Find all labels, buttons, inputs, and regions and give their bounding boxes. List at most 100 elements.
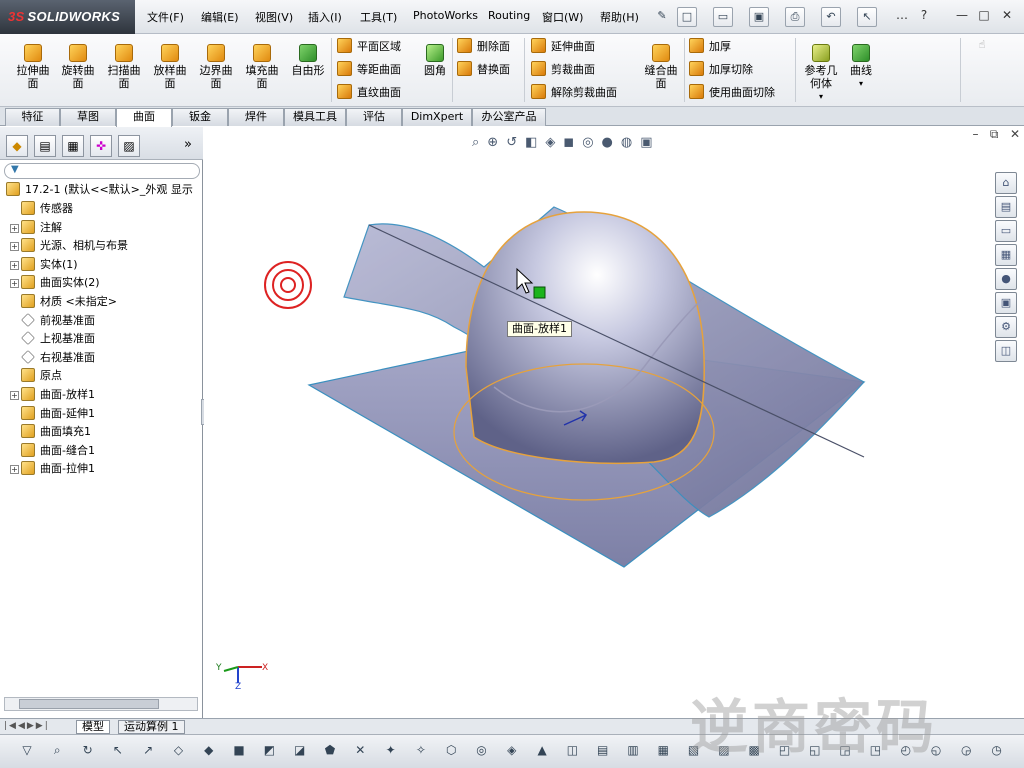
- toolbar-tool-icon[interactable]: ✧: [412, 741, 430, 759]
- toolbar-tool-icon[interactable]: ↖: [109, 741, 127, 759]
- trim-surface-button[interactable]: 剪裁曲面: [531, 61, 595, 79]
- tree-item[interactable]: +曲面填充1: [10, 423, 91, 441]
- lofted-surface-button[interactable]: 放样曲 面: [149, 44, 191, 90]
- tree-item[interactable]: +上视基准面: [10, 330, 95, 348]
- toolbar-tool-icon[interactable]: ⌕: [48, 741, 66, 759]
- toolbar-tool-icon[interactable]: ▦: [654, 741, 672, 759]
- expand-panel-icon[interactable]: »: [184, 137, 192, 152]
- planar-surface-button[interactable]: 平面区域: [337, 38, 401, 56]
- view-palette-icon[interactable]: ▦: [995, 244, 1017, 266]
- more-icon[interactable]: …: [893, 8, 911, 24]
- tree-item[interactable]: + 光源、相机与布景: [10, 237, 128, 255]
- menu-help[interactable]: 帮助(H): [600, 9, 639, 25]
- tab-mold-tools[interactable]: 模具工具: [284, 108, 346, 126]
- replace-face-button[interactable]: 替换面: [457, 61, 510, 79]
- print-icon[interactable]: ⎙: [785, 7, 805, 27]
- menu-window[interactable]: 窗口(W): [542, 9, 583, 25]
- panel-scrollbar[interactable]: [4, 697, 198, 711]
- menu-file[interactable]: 文件(F): [147, 9, 184, 25]
- offset-surface-button[interactable]: 等距曲面: [337, 61, 401, 79]
- property-tab-icon[interactable]: ▤: [34, 135, 56, 157]
- tab-weldments[interactable]: 焊件: [228, 108, 284, 126]
- undo-icon[interactable]: ↶: [821, 7, 841, 27]
- menu-photoworks[interactable]: PhotoWorks: [413, 9, 478, 22]
- tab-dimxpert[interactable]: DimXpert: [402, 108, 472, 126]
- boundary-surface-button[interactable]: 边界曲 面: [195, 44, 237, 90]
- tab-model[interactable]: 模型: [76, 720, 110, 734]
- tree-item[interactable]: +右视基准面: [10, 349, 95, 367]
- file-explorer-icon[interactable]: ▭: [995, 220, 1017, 242]
- custom-properties-icon[interactable]: ▣: [995, 292, 1017, 314]
- feature-tree-tab-icon[interactable]: ◆: [6, 135, 28, 157]
- close-icon[interactable]: ✕: [998, 8, 1016, 24]
- tree-item[interactable]: + 曲面-放样1: [10, 386, 95, 404]
- expand-toggle-icon[interactable]: +: [10, 260, 19, 270]
- menu-tools[interactable]: 工具(T): [360, 9, 397, 25]
- menu-routing[interactable]: Routing: [488, 9, 530, 22]
- pin-icon[interactable]: ✎: [652, 7, 672, 27]
- tree-item[interactable]: +原点: [10, 367, 62, 385]
- appearances-icon[interactable]: ●: [995, 268, 1017, 290]
- tree-item[interactable]: + 曲面实体(2): [10, 274, 100, 292]
- thicken-cut-button[interactable]: 加厚切除: [689, 61, 753, 79]
- toolbar-tool-icon[interactable]: ◇: [170, 741, 188, 759]
- design-library-icon[interactable]: ▤: [995, 196, 1017, 218]
- thicken-button[interactable]: 加厚: [689, 38, 731, 56]
- tree-item[interactable]: +材质 <未指定>: [10, 293, 117, 311]
- tab-navigation-icon[interactable]: |◀◀▶▶|: [4, 721, 50, 731]
- recorder-icon[interactable]: ◫: [995, 340, 1017, 362]
- toolbar-tool-icon[interactable]: ↻: [79, 741, 97, 759]
- expand-toggle-icon[interactable]: +: [10, 223, 19, 233]
- ribbon-help-icon[interactable]: ☝: [972, 36, 992, 56]
- graphics-area[interactable]: – ⧉ ✕ ⌕⊕↺◧◈◼◎●◍▣ 曲面-放样1 X Y Z: [204, 127, 1024, 718]
- tab-evaluate[interactable]: 评估: [346, 108, 402, 126]
- toolbar-tool-icon[interactable]: ◆: [200, 741, 218, 759]
- tree-item[interactable]: + 注解: [10, 219, 62, 237]
- fillet-button[interactable]: 圆角: [420, 44, 450, 77]
- select-icon[interactable]: ↖: [857, 7, 877, 27]
- expand-toggle-icon[interactable]: +: [10, 279, 19, 289]
- extruded-surface-button[interactable]: 拉伸曲 面: [12, 44, 54, 90]
- toolbar-tool-icon[interactable]: ◈: [503, 741, 521, 759]
- toolbar-tool-icon[interactable]: ▲: [533, 741, 551, 759]
- menu-edit[interactable]: 编辑(E): [201, 9, 239, 25]
- tree-root[interactable]: 17.2-1 (默认<<默认>_外观 显示: [6, 181, 193, 199]
- tree-item[interactable]: + 实体(1): [10, 256, 78, 274]
- toolbar-tool-icon[interactable]: ◪: [291, 741, 309, 759]
- freeform-button[interactable]: 自由形: [287, 44, 329, 77]
- tree-item[interactable]: +前视基准面: [10, 312, 95, 330]
- save-icon[interactable]: ▣: [749, 7, 769, 27]
- menu-view[interactable]: 视图(V): [255, 9, 293, 25]
- restore-icon[interactable]: □: [975, 8, 993, 24]
- knit-surface-button[interactable]: 缝合曲 面: [640, 44, 682, 90]
- toolbox-icon[interactable]: ⚙: [995, 316, 1017, 338]
- filled-surface-button[interactable]: 填充曲 面: [241, 44, 283, 90]
- tree-item[interactable]: +曲面-延伸1: [10, 405, 95, 423]
- reference-geometry-button[interactable]: 参考几 何体 ▾: [800, 44, 842, 103]
- tree-item[interactable]: + 曲面-拉伸1: [10, 460, 95, 478]
- toolbar-tool-icon[interactable]: ■: [230, 741, 248, 759]
- tab-features[interactable]: 特征: [5, 108, 60, 126]
- tree-item[interactable]: +曲面-缝合1: [10, 442, 95, 460]
- tree-filter[interactable]: ▼: [4, 163, 200, 179]
- toolbar-tool-icon[interactable]: ✕: [351, 741, 369, 759]
- help-icon[interactable]: ?: [915, 8, 933, 24]
- toolbar-tool-icon[interactable]: ✦: [382, 741, 400, 759]
- tab-motion-study[interactable]: 运动算例 1: [118, 720, 185, 734]
- toolbar-tool-icon[interactable]: ↗: [139, 741, 157, 759]
- expand-toggle-icon[interactable]: +: [10, 465, 19, 475]
- expand-toggle-icon[interactable]: +: [10, 391, 19, 400]
- surface-cut-button[interactable]: 使用曲面切除: [689, 84, 775, 102]
- toolbar-tool-icon[interactable]: ◎: [473, 741, 491, 759]
- new-file-icon[interactable]: □: [677, 7, 697, 27]
- tree-item[interactable]: +传感器: [10, 200, 73, 218]
- tab-sketch[interactable]: 草图: [60, 108, 116, 126]
- ruled-surface-button[interactable]: 直纹曲面: [337, 84, 401, 102]
- revolved-surface-button[interactable]: 旋转曲 面: [57, 44, 99, 90]
- open-file-icon[interactable]: ▭: [713, 7, 733, 27]
- display-tab-icon[interactable]: ▨: [118, 135, 140, 157]
- extend-surface-button[interactable]: 延伸曲面: [531, 38, 595, 56]
- toolbar-tool-icon[interactable]: ⬟: [321, 741, 339, 759]
- scrollbar-thumb[interactable]: [19, 699, 159, 709]
- tab-sheet-metal[interactable]: 钣金: [172, 108, 228, 126]
